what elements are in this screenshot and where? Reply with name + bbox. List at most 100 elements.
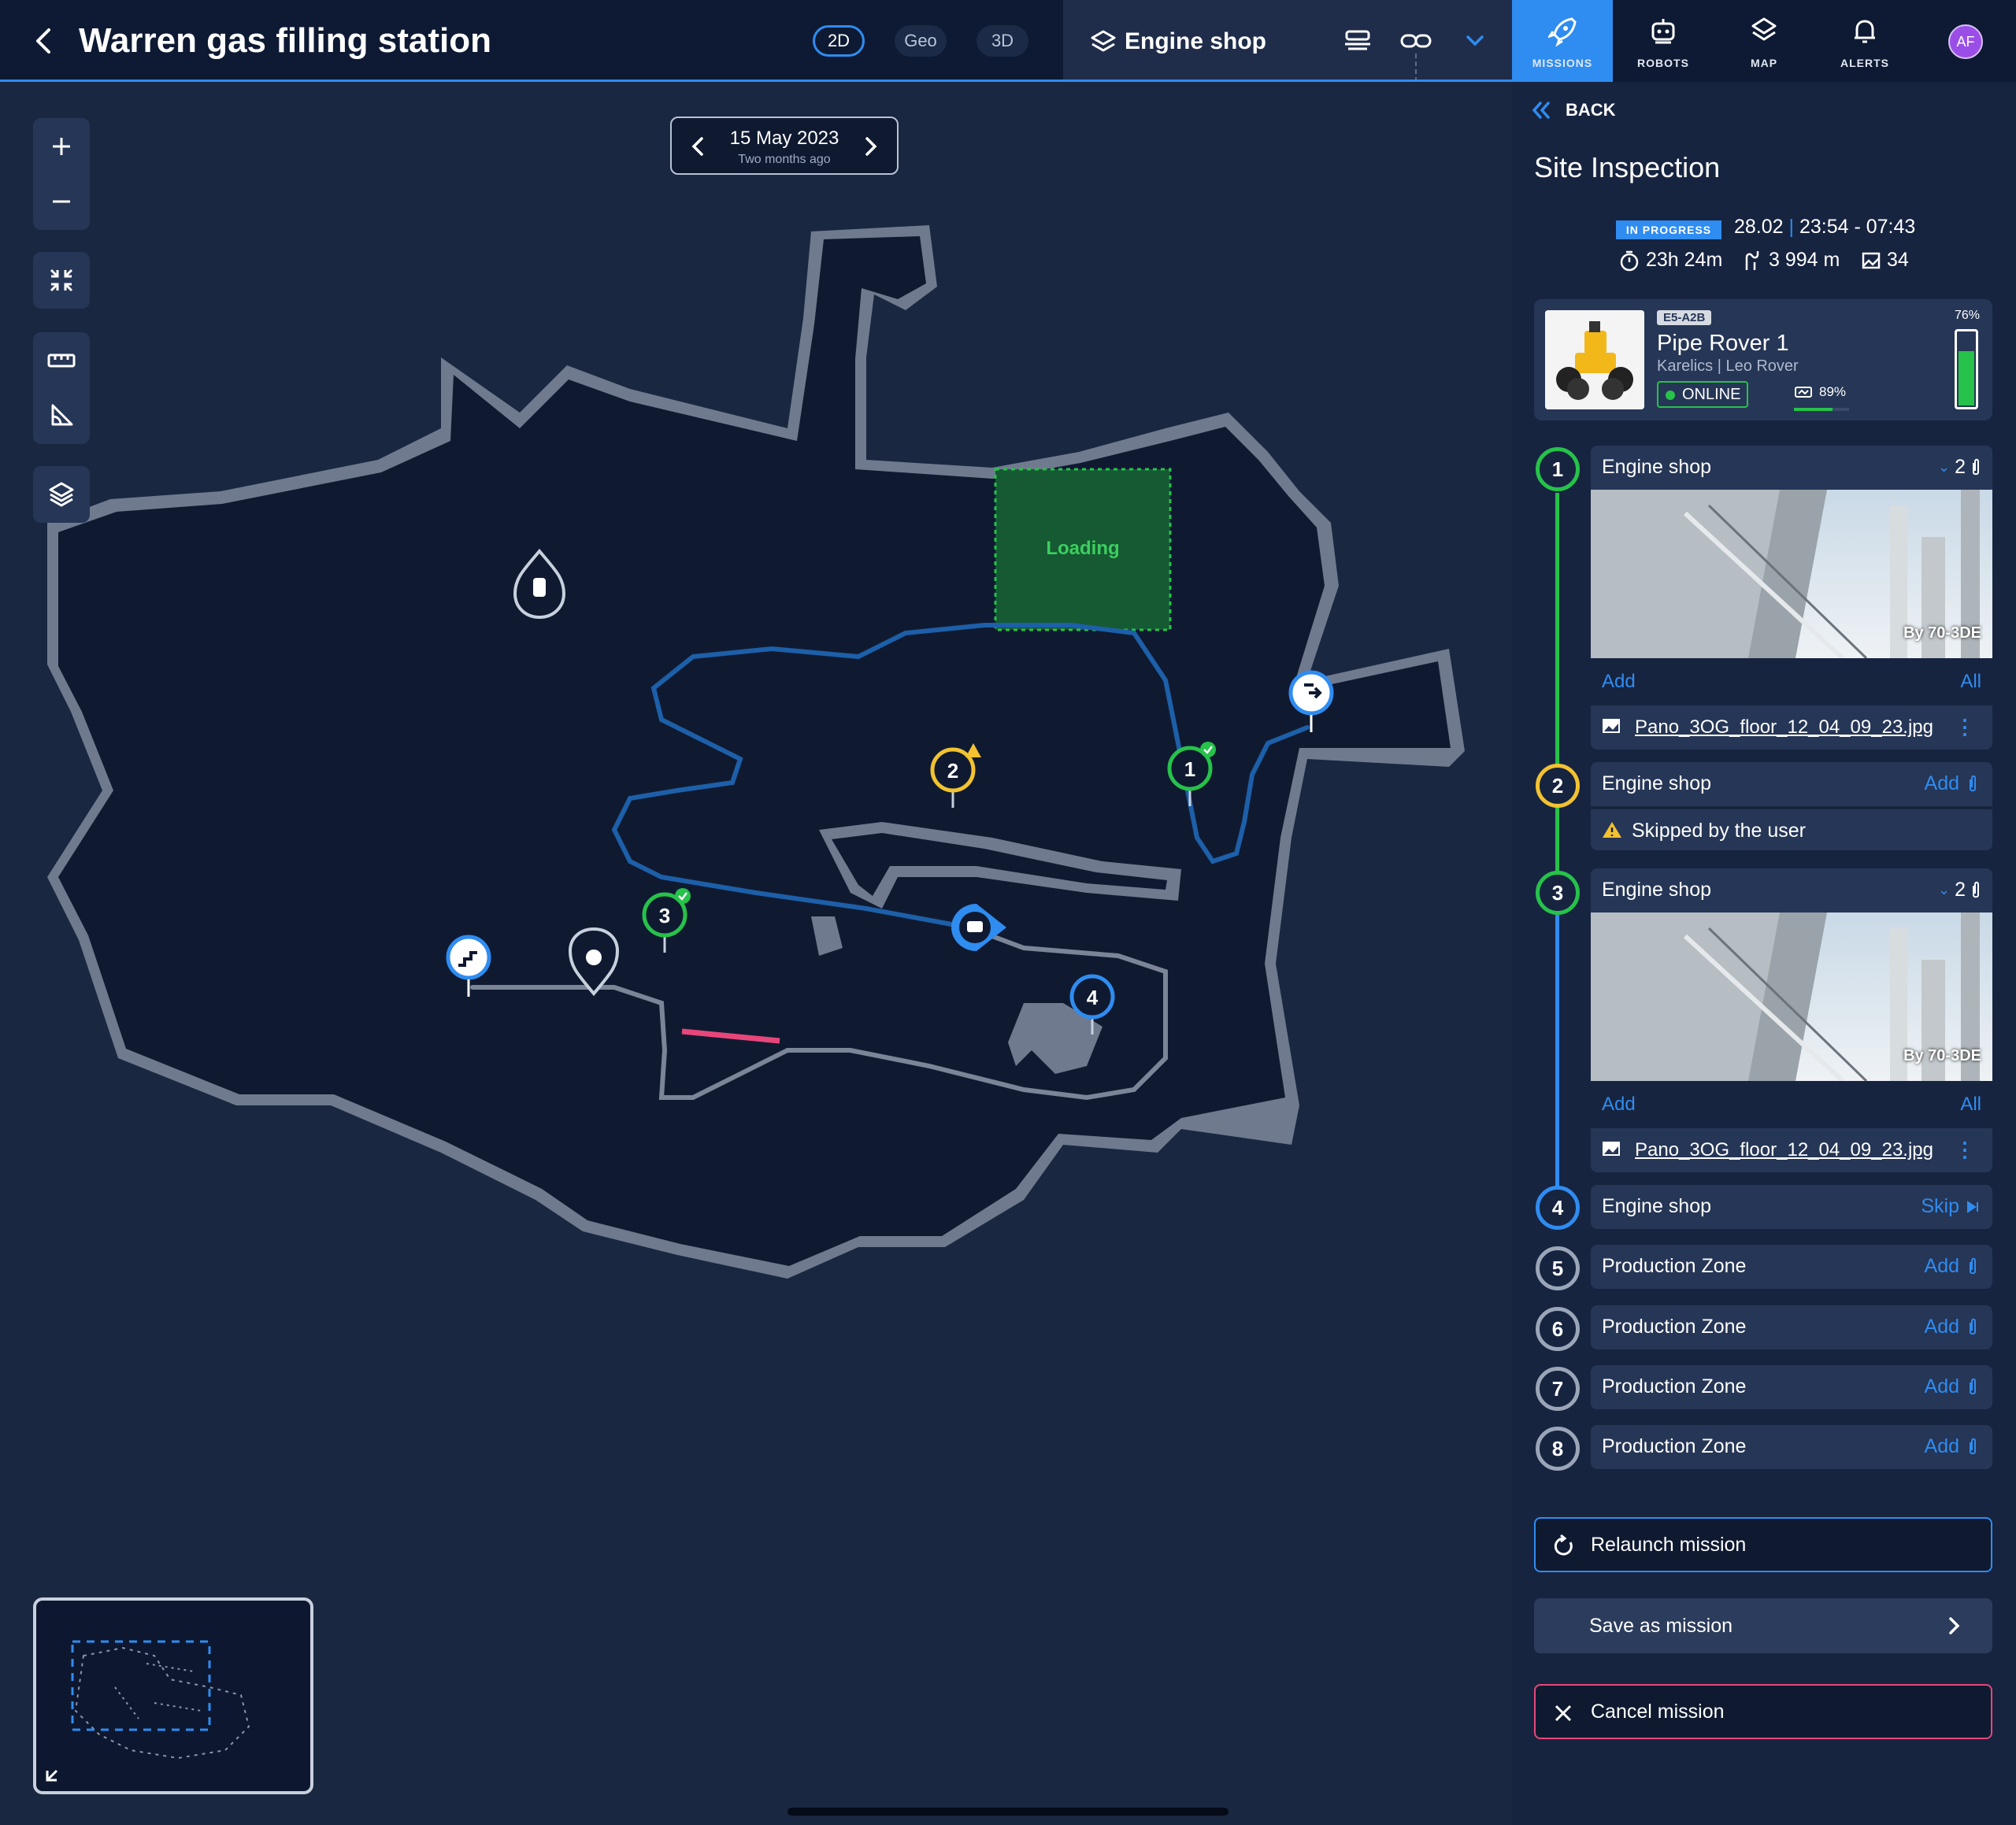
angle-button[interactable] xyxy=(33,387,90,444)
step-4-skip-button[interactable]: Skip xyxy=(1921,1195,1981,1218)
save-as-mission-button[interactable]: Save as mission xyxy=(1534,1598,1992,1653)
layer-controls xyxy=(33,466,90,523)
more-options-icon[interactable]: ⋮ xyxy=(1955,1138,1975,1162)
step-card-3[interactable]: Engine shop ⌄ 2 By 70-3DE Add All Pano_3… xyxy=(1591,868,1992,1172)
step-number-7: 7 xyxy=(1536,1367,1580,1411)
view-geo-button[interactable]: Geo xyxy=(895,25,947,57)
step-7-add-button[interactable]: Add xyxy=(1925,1375,1981,1398)
step-8-add-button[interactable]: Add xyxy=(1925,1435,1981,1458)
back-arrow-icon[interactable] xyxy=(24,20,65,61)
cancel-mission-button[interactable]: Cancel mission xyxy=(1534,1684,1992,1739)
fit-icon xyxy=(50,268,73,292)
step-card-1[interactable]: Engine shop ⌄ 2 By 70-3DE Add All Pano_3… xyxy=(1591,446,1992,750)
step-5-zone: Production Zone xyxy=(1602,1255,1747,1277)
attach-add-icon xyxy=(1970,775,1976,791)
panel-back-label: BACK xyxy=(1566,100,1616,120)
battery-icon xyxy=(1955,329,1978,409)
step-3-add-link[interactable]: Add xyxy=(1602,1094,1636,1116)
step-3-photo[interactable]: By 70-3DE xyxy=(1591,912,1992,1081)
step-card-5[interactable]: Production Zone Add xyxy=(1591,1245,1992,1289)
panel-back-button[interactable]: BACK xyxy=(1529,94,1616,126)
chevron-down-icon[interactable] xyxy=(1463,28,1487,52)
view-3d-button[interactable]: 3D xyxy=(976,25,1028,57)
floor-map: Loading 1 2 3 4 xyxy=(0,82,1512,1825)
signal-icon xyxy=(1795,387,1812,398)
step-2-zone: Engine shop xyxy=(1602,772,1712,794)
fit-view-button[interactable] xyxy=(33,252,90,309)
step-1-count[interactable]: ⌄ 2 xyxy=(1938,456,1981,479)
robot-card[interactable]: E5-A2B Pipe Rover 1 Karelics | Leo Rover… xyxy=(1534,299,1992,420)
tab-missions[interactable]: MISSIONS xyxy=(1512,0,1613,82)
zoom-in-button[interactable] xyxy=(33,118,90,175)
date-picker: 15 May 2023 Two months ago xyxy=(670,117,899,175)
link-icon[interactable] xyxy=(1400,28,1432,54)
stopwatch-icon xyxy=(1620,250,1639,271)
step-1-download-all[interactable]: All xyxy=(1960,671,1981,693)
svg-text:2: 2 xyxy=(947,759,958,783)
map-layers-button[interactable] xyxy=(33,466,90,523)
step-3-file-link[interactable]: Pano_3OG_floor_12_04_09_23.jpg xyxy=(1635,1139,1933,1161)
minimap-drawing xyxy=(46,1640,250,1782)
rocket-icon xyxy=(1548,17,1577,47)
robot-id-badge: E5-A2B xyxy=(1657,310,1712,325)
images-icon xyxy=(1862,252,1881,268)
home-indicator xyxy=(788,1808,1228,1816)
step-1-photo[interactable]: By 70-3DE xyxy=(1591,490,1992,658)
relaunch-label: Relaunch mission xyxy=(1591,1533,1747,1556)
step-1-zone: Engine shop xyxy=(1602,456,1712,478)
step-1-file-link[interactable]: Pano_3OG_floor_12_04_09_23.jpg xyxy=(1635,716,1933,739)
images-stat: 34 xyxy=(1860,249,1909,272)
step-1-add-link[interactable]: Add xyxy=(1602,671,1636,693)
attach-add-icon xyxy=(1970,1438,1976,1454)
floor-selector[interactable]: Engine shop xyxy=(1063,0,1512,82)
link-divider xyxy=(1415,54,1417,82)
robot-path-icon[interactable] xyxy=(1343,28,1372,54)
date-next-icon[interactable] xyxy=(856,132,884,161)
step-card-4[interactable]: Engine shop Skip xyxy=(1591,1185,1992,1229)
svg-text:3: 3 xyxy=(659,904,670,927)
user-avatar[interactable]: AF xyxy=(1948,24,1983,59)
step-number-3: 3 xyxy=(1536,871,1580,915)
tab-map-label: MAP xyxy=(1750,57,1778,69)
timeline-segment-3 xyxy=(1555,915,1559,1206)
map-canvas[interactable]: Loading 1 2 3 4 15 May 2023 Two months a… xyxy=(0,82,1512,1825)
top-bar: Warren gas filling station 2D Geo 3D Eng… xyxy=(0,0,2016,83)
step-3-download-all[interactable]: All xyxy=(1960,1094,1981,1116)
step-4-zone: Engine shop xyxy=(1602,1195,1712,1217)
angle-icon xyxy=(51,404,73,426)
more-options-icon[interactable]: ⋮ xyxy=(1955,715,1975,739)
tab-map[interactable]: MAP xyxy=(1714,0,1814,82)
save-label: Save as mission xyxy=(1589,1614,1733,1637)
step-2-add-button[interactable]: Add xyxy=(1925,772,1981,795)
tab-robots[interactable]: ROBOTS xyxy=(1613,0,1714,82)
step-card-7[interactable]: Production Zone Add xyxy=(1591,1365,1992,1409)
relaunch-mission-button[interactable]: Relaunch mission xyxy=(1534,1517,1992,1572)
cancel-label: Cancel mission xyxy=(1591,1700,1725,1723)
tab-alerts-label: ALERTS xyxy=(1840,57,1889,69)
online-badge: ONLINE xyxy=(1657,381,1748,408)
chevron-down-icon: ⌄ xyxy=(1938,459,1951,475)
step-5-add-button[interactable]: Add xyxy=(1925,1255,1981,1278)
mission-time: 28.02 | 23:54 - 07:43 xyxy=(1734,216,1916,238)
ruler-button[interactable] xyxy=(33,332,90,389)
zoom-out-icon xyxy=(53,200,70,203)
step-number-1: 1 xyxy=(1536,447,1580,491)
step-1-photo-credit: By 70-3DE xyxy=(1903,624,1981,642)
chevron-down-icon: ⌄ xyxy=(1938,882,1951,898)
step-card-2[interactable]: Engine shop Add Skipped by the user xyxy=(1591,762,1992,850)
step-6-zone: Production Zone xyxy=(1602,1316,1747,1338)
attach-add-icon xyxy=(1970,1318,1976,1335)
minimap[interactable] xyxy=(33,1597,313,1794)
attachment-icon xyxy=(1973,881,1979,898)
zoom-out-button[interactable] xyxy=(33,173,90,230)
step-6-add-button[interactable]: Add xyxy=(1925,1316,1981,1338)
tab-alerts[interactable]: ALERTS xyxy=(1814,0,1915,82)
step-number-4: 4 xyxy=(1536,1186,1580,1230)
step-card-6[interactable]: Production Zone Add xyxy=(1591,1305,1992,1349)
view-2d-button[interactable]: 2D xyxy=(813,25,865,57)
step-number-8: 8 xyxy=(1536,1427,1580,1471)
zoom-controls xyxy=(33,118,90,230)
expand-minimap-icon xyxy=(46,1769,58,1782)
step-3-count[interactable]: ⌄ 2 xyxy=(1938,879,1981,901)
step-card-8[interactable]: Production Zone Add xyxy=(1591,1425,1992,1469)
